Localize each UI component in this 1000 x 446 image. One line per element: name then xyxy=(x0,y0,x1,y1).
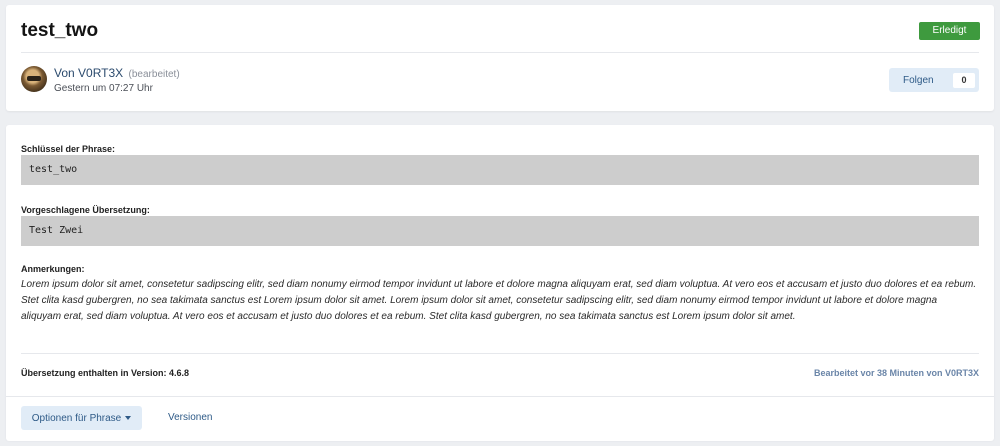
post-date: Gestern um 07:27 Uhr xyxy=(54,83,153,94)
follow-label: Folgen xyxy=(903,74,934,86)
notes-label: Anmerkungen: xyxy=(21,264,85,274)
author-link[interactable]: V0RT3X xyxy=(78,66,123,80)
content-divider xyxy=(21,353,979,354)
follow-button[interactable]: Folgen 0 xyxy=(889,68,979,92)
versions-link[interactable]: Versionen xyxy=(168,412,212,423)
page-title: test_two xyxy=(21,20,99,41)
caret-down-icon xyxy=(125,416,132,420)
avatar[interactable] xyxy=(21,66,47,92)
author-line: Von V0RT3X (bearbeitet) xyxy=(54,66,180,80)
author-prefix: Von xyxy=(54,66,75,80)
header-card: test_two Erledigt Von V0RT3X (bearbeitet… xyxy=(6,5,994,111)
edit-info[interactable]: Bearbeitet vor 38 Minuten von V0RT3X xyxy=(814,368,979,378)
version-label: Übersetzung enthalten in Version: 4.6.8 xyxy=(21,368,190,378)
follow-count-badge: 0 xyxy=(953,72,975,88)
translation-field: Test Zwei xyxy=(21,216,979,246)
translation-label: Vorgeschlagene Übersetzung: xyxy=(21,205,150,215)
edited-marker: (bearbeitet) xyxy=(128,69,180,80)
options-button[interactable]: Optionen für Phrase xyxy=(21,406,142,430)
options-label: Optionen für Phrase xyxy=(31,412,122,424)
key-field: test_two xyxy=(21,155,979,185)
status-badge: Erledigt xyxy=(919,22,980,40)
notes-text: Lorem ipsum dolor sit amet, consetetur s… xyxy=(21,279,977,322)
content-card: Schlüssel der Phrase: test_two Vorgeschl… xyxy=(6,125,994,441)
footer-bar: Optionen für Phrase Versionen xyxy=(6,396,994,441)
header-divider xyxy=(21,52,979,53)
key-label: Schlüssel der Phrase: xyxy=(21,144,116,154)
